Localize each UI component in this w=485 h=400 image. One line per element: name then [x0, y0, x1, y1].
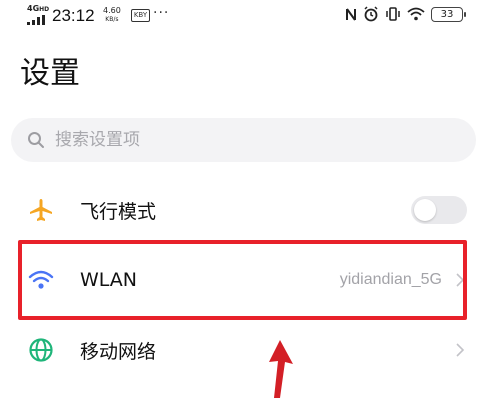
- signal-icon: [27, 15, 45, 25]
- vibrate-icon: [386, 7, 400, 21]
- status-time: 23:12: [52, 6, 95, 25]
- network-speed: 4.60 KB/s: [103, 6, 121, 23]
- kb-badge: KBY: [131, 9, 150, 22]
- airplane-mode-toggle[interactable]: [411, 196, 467, 224]
- annotation-arrow: [269, 340, 293, 398]
- more-notifications-icon: ···: [153, 5, 170, 21]
- toggle-knob: [414, 199, 436, 221]
- settings-item-label: 飞行模式: [80, 200, 157, 223]
- settings-item-mobile-network[interactable]: 移动网络: [0, 320, 485, 380]
- globe-icon: [27, 336, 55, 364]
- nfc-icon: [346, 7, 356, 21]
- annotation-highlight-box: [18, 240, 467, 320]
- status-bar: 4GHD 23:12 4.60 KB/s KBY ··· 33: [0, 0, 485, 32]
- search-icon: [28, 132, 44, 148]
- search-bar[interactable]: [11, 118, 476, 162]
- page-title: 设置: [20, 56, 80, 91]
- battery-icon: 33: [431, 6, 466, 22]
- alarm-icon: [364, 6, 378, 22]
- search-input[interactable]: [53, 129, 437, 151]
- settings-item-label: 移动网络: [80, 340, 157, 363]
- wifi-icon: [407, 7, 425, 21]
- settings-item-airplane-mode[interactable]: 飞行模式: [0, 180, 485, 240]
- chevron-right-icon: [456, 343, 465, 357]
- status-right-icons: 33: [345, 6, 466, 22]
- airplane-icon: [27, 196, 55, 224]
- network-indicator: 4GHD: [27, 5, 49, 27]
